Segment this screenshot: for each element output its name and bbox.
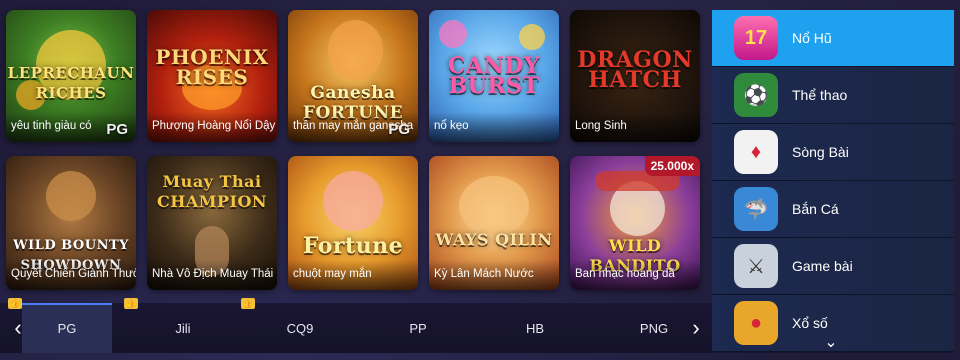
game-card-candy-burst[interactable]: CANDY BURST nổ kẹo	[429, 10, 559, 142]
sidebar-item-label: Nổ Hũ	[792, 30, 832, 46]
thumbs-up-icon: 👍	[8, 298, 22, 309]
provider-tag: PG	[106, 121, 128, 138]
tab-label: PNG	[639, 320, 669, 336]
game-logo: PHOENIX RISES	[155, 44, 269, 89]
game-caption: Phượng Hoàng Nổi Dậy	[147, 112, 277, 142]
tab-label: HB	[525, 320, 545, 336]
chevron-left-icon: ‹	[14, 315, 22, 340]
multiplier-badge: 25.000x	[644, 156, 700, 176]
game-caption: Ban nhạc hoang dã	[570, 260, 700, 290]
tab-pg[interactable]: 👍 PG	[8, 298, 112, 353]
sidebar-item-label: Bắn Cá	[792, 201, 839, 217]
chevron-down-icon[interactable]: ⌄	[819, 332, 843, 352]
category-sidebar: 17 Nổ Hũ ⚽ Thể thao ♦ Sòng Bài 🦈 Bắn Cá …	[712, 10, 954, 353]
game-card-muay-thai[interactable]: Muay Thai CHAMPION Nhà Vô Địch Muay Thái	[147, 156, 277, 290]
provider-tag: PG	[388, 121, 410, 138]
crossed-swords-icon: ⚔	[734, 244, 778, 288]
slot-777-icon: 17	[734, 16, 778, 60]
game-caption: Long Sinh	[570, 112, 700, 142]
sidebar-item-game-bai[interactable]: ⚔ Game bài	[712, 238, 954, 295]
tab-cq9[interactable]: 👍 CQ9	[241, 298, 345, 353]
game-logo: DRAGON HATCH	[577, 46, 693, 93]
tab-label: PP	[409, 320, 427, 336]
sidebar-item-ban-ca[interactable]: 🦈 Bắn Cá	[712, 181, 954, 238]
game-card-wild-bounty-showdown[interactable]: WILD BOUNTY SHOWDOWN Quyết Chiến Giành T…	[6, 156, 136, 290]
game-caption: Nhà Vô Địch Muay Thái	[147, 260, 277, 290]
game-logo: LEPRECHAUN RICHES	[7, 63, 135, 102]
game-card-leprechaun-riches[interactable]: LEPRECHAUN RICHES yêu tinh giàu có PG	[6, 10, 136, 142]
sidebar-item-label: Thể thao	[792, 87, 848, 103]
thumbs-up-icon: 👍	[241, 298, 255, 309]
game-logo: WAYS QILIN	[435, 229, 553, 249]
game-caption: Quyết Chiến Giành Thưởng	[6, 260, 136, 290]
sidebar-item-label: Game bài	[792, 258, 853, 274]
game-card-fortune-mouse[interactable]: Fortune chuột may mắn	[288, 156, 418, 290]
game-card-ways-of-qilin[interactable]: WAYS QILIN Kỳ Lân Mách Nước	[429, 156, 559, 290]
game-card-dragon-hatch[interactable]: DRAGON HATCH Long Sinh	[570, 10, 700, 142]
game-caption: chuột may mắn	[288, 260, 418, 290]
casino-chips-icon: ♦	[734, 130, 778, 174]
game-card-phoenix-rises[interactable]: PHOENIX RISES Phượng Hoàng Nổi Dậy	[147, 10, 277, 142]
shark-fish-icon: 🦈	[734, 187, 778, 231]
sidebar-item-label: Xổ số	[792, 315, 828, 331]
game-logo: Muay Thai CHAMPION	[156, 172, 268, 212]
tab-hb[interactable]: HB	[490, 303, 580, 353]
sidebar-item-the-thao[interactable]: ⚽ Thể thao	[712, 67, 954, 124]
provider-bar: ‹ 👍 PG 👍 Jili 👍 CQ9 PP HB PNG ›	[0, 298, 714, 353]
game-card-wild-bandito[interactable]: WILD BANDITO 25.000x Ban nhạc hoang dã	[570, 156, 700, 290]
soccer-ball-icon: ⚽	[734, 73, 778, 117]
game-logo: CANDY BURST	[448, 53, 540, 100]
tab-label: CQ9	[286, 320, 314, 336]
game-card-ganesha-fortune[interactable]: Ganesha FORTUNE thần may mắn ganesha PG	[288, 10, 418, 142]
game-caption: nổ kẹo	[429, 112, 559, 142]
tab-pp[interactable]: PP	[373, 303, 463, 353]
thumbs-up-icon: 👍	[124, 298, 138, 309]
chevron-right-icon: ›	[692, 315, 700, 340]
game-caption: Kỳ Lân Mách Nước	[429, 260, 559, 290]
sidebar-item-label: Sòng Bài	[792, 144, 849, 160]
game-grid: LEPRECHAUN RICHES yêu tinh giàu có PG PH…	[6, 10, 700, 290]
tab-jili[interactable]: 👍 Jili	[124, 298, 228, 353]
game-logo: Fortune	[302, 233, 404, 260]
sidebar-item-song-bai[interactable]: ♦ Sòng Bài	[712, 124, 954, 181]
tab-label: PG	[57, 320, 77, 336]
tab-label: Jili	[175, 320, 191, 336]
sidebar-item-no-hu[interactable]: 17 Nổ Hũ	[712, 10, 954, 67]
lottery-balls-icon: ●	[734, 301, 778, 345]
provider-next-button[interactable]: ›	[678, 303, 714, 353]
